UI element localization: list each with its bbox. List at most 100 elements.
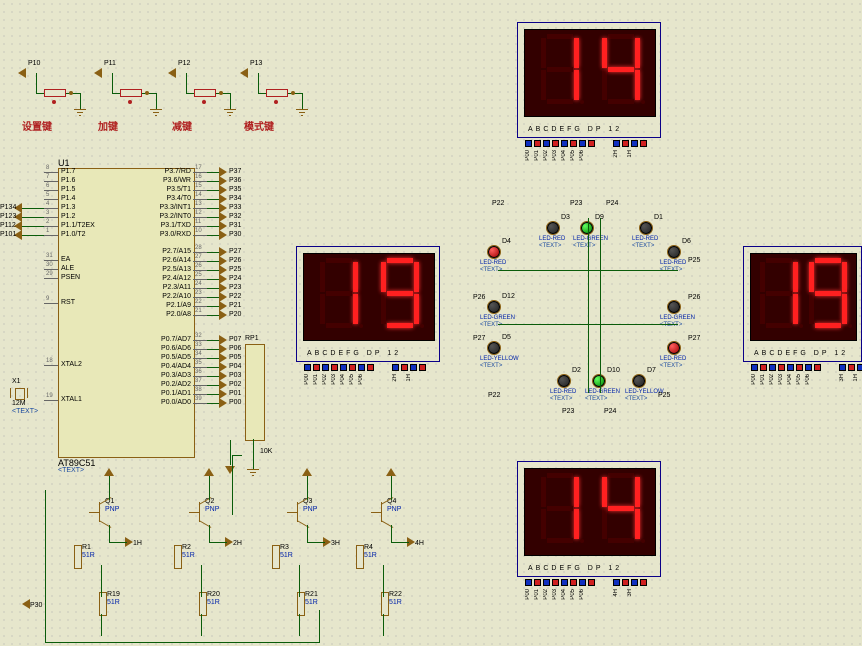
net-label: P00	[304, 374, 310, 385]
seven-seg-display[interactable]	[524, 468, 656, 556]
mcu-pin	[193, 199, 207, 200]
segment-e	[602, 70, 607, 100]
seven-seg-display[interactable]	[750, 253, 857, 341]
push-button[interactable]	[44, 89, 66, 97]
pin-pad	[787, 364, 794, 371]
mcu-pin	[44, 278, 58, 279]
pin-number: 19	[46, 393, 53, 399]
resistor-ref: R2	[182, 544, 191, 551]
pin-name: P3.4/T0	[143, 195, 191, 202]
pnp-transistor[interactable]	[89, 498, 117, 526]
pin-name: EA	[61, 256, 70, 263]
rp-ref: RP1	[245, 335, 259, 342]
segment-dp	[420, 324, 424, 328]
pin-name: P0.6/AD6	[143, 345, 191, 352]
pin-pad	[857, 364, 862, 371]
segment-b	[353, 262, 358, 292]
wire	[101, 565, 102, 597]
push-button[interactable]	[266, 89, 288, 97]
terminal-icon	[219, 230, 227, 240]
mcu-pin	[193, 297, 207, 298]
led-led-red[interactable]	[558, 375, 570, 387]
pin-name: P1.2	[61, 213, 75, 220]
led-led-red[interactable]	[668, 342, 680, 354]
resistor-value: 51R	[207, 599, 220, 606]
seven-seg-digit	[381, 258, 419, 328]
resistor[interactable]	[356, 545, 364, 569]
net-label: P25	[688, 257, 700, 264]
wire	[207, 297, 219, 298]
led-led-green[interactable]	[593, 375, 605, 387]
led-led-red[interactable]	[668, 246, 680, 258]
wire	[299, 565, 300, 597]
wire	[207, 261, 219, 262]
pin-name: P2.0/A8	[143, 311, 191, 318]
led-led-green[interactable]	[488, 301, 500, 313]
led-led-red[interactable]	[640, 222, 652, 234]
pnp-transistor[interactable]	[189, 498, 217, 526]
seven-seg-display[interactable]	[303, 253, 435, 341]
xtal-value: 12M	[12, 400, 26, 407]
wire	[207, 279, 219, 280]
wire	[207, 288, 219, 289]
segment-dp	[641, 100, 645, 104]
pin-pad	[613, 140, 620, 147]
resistor-ref: R22	[389, 591, 402, 598]
wire	[299, 614, 300, 636]
wire	[80, 93, 81, 109]
pin-name: P0.0/AD0	[143, 399, 191, 406]
led-led-red[interactable]	[547, 222, 559, 234]
segment-d	[387, 323, 413, 328]
resistor[interactable]	[74, 545, 82, 569]
led-led-yellow[interactable]	[633, 375, 645, 387]
net-label: 1H	[133, 540, 142, 547]
net-label: P21	[229, 302, 241, 309]
mcu-pin	[44, 269, 58, 270]
pnp-transistor[interactable]	[287, 498, 315, 526]
resistor-ref: R4	[364, 544, 373, 551]
mcu-pin	[44, 208, 58, 209]
pin-name: XTAL2	[61, 361, 82, 368]
led-led-green[interactable]	[668, 301, 680, 313]
pin-number: 8	[46, 165, 49, 171]
net-label: P112	[0, 222, 16, 229]
resistor[interactable]	[272, 545, 280, 569]
seven-seg-display[interactable]	[524, 29, 656, 117]
net-label: P02	[769, 374, 775, 385]
seven-seg-digit	[809, 258, 847, 328]
pin-pad-row	[613, 140, 647, 147]
pin-number: 7	[46, 174, 49, 180]
pin-pad-row	[525, 579, 595, 586]
pnp-transistor[interactable]	[371, 498, 399, 526]
mcu-pin	[44, 190, 58, 191]
led-led-yellow[interactable]	[488, 342, 500, 354]
push-button[interactable]	[120, 89, 142, 97]
segment-dp	[848, 324, 852, 328]
wire	[391, 525, 392, 543]
power-icon	[104, 468, 114, 476]
push-button[interactable]	[194, 89, 216, 97]
pin-pad-row	[839, 364, 862, 371]
mcu-pin	[44, 235, 58, 236]
led-ref: D5	[502, 334, 511, 341]
terminal-icon	[168, 68, 176, 78]
rp-resistor-pack[interactable]	[245, 344, 265, 441]
pin-number: 10	[195, 228, 202, 234]
pin-pad	[588, 579, 595, 586]
net-label: P05	[349, 374, 355, 385]
pin-number: 16	[195, 174, 202, 180]
segment-d	[766, 323, 792, 328]
mcu-pin	[44, 226, 58, 227]
pin-name: P3.7/RD	[143, 168, 191, 175]
segment-a	[608, 473, 634, 478]
pin-pad	[561, 579, 568, 586]
text-tag: <TEXT>	[573, 243, 595, 249]
segment-e	[760, 294, 765, 324]
led-led-green[interactable]	[581, 222, 593, 234]
led-led-red[interactable]	[488, 246, 500, 258]
wire	[109, 525, 110, 543]
resistor[interactable]	[174, 545, 182, 569]
text-tag: <TEXT>	[550, 396, 572, 402]
segment-c	[842, 294, 847, 324]
net-label: P02	[543, 589, 549, 600]
